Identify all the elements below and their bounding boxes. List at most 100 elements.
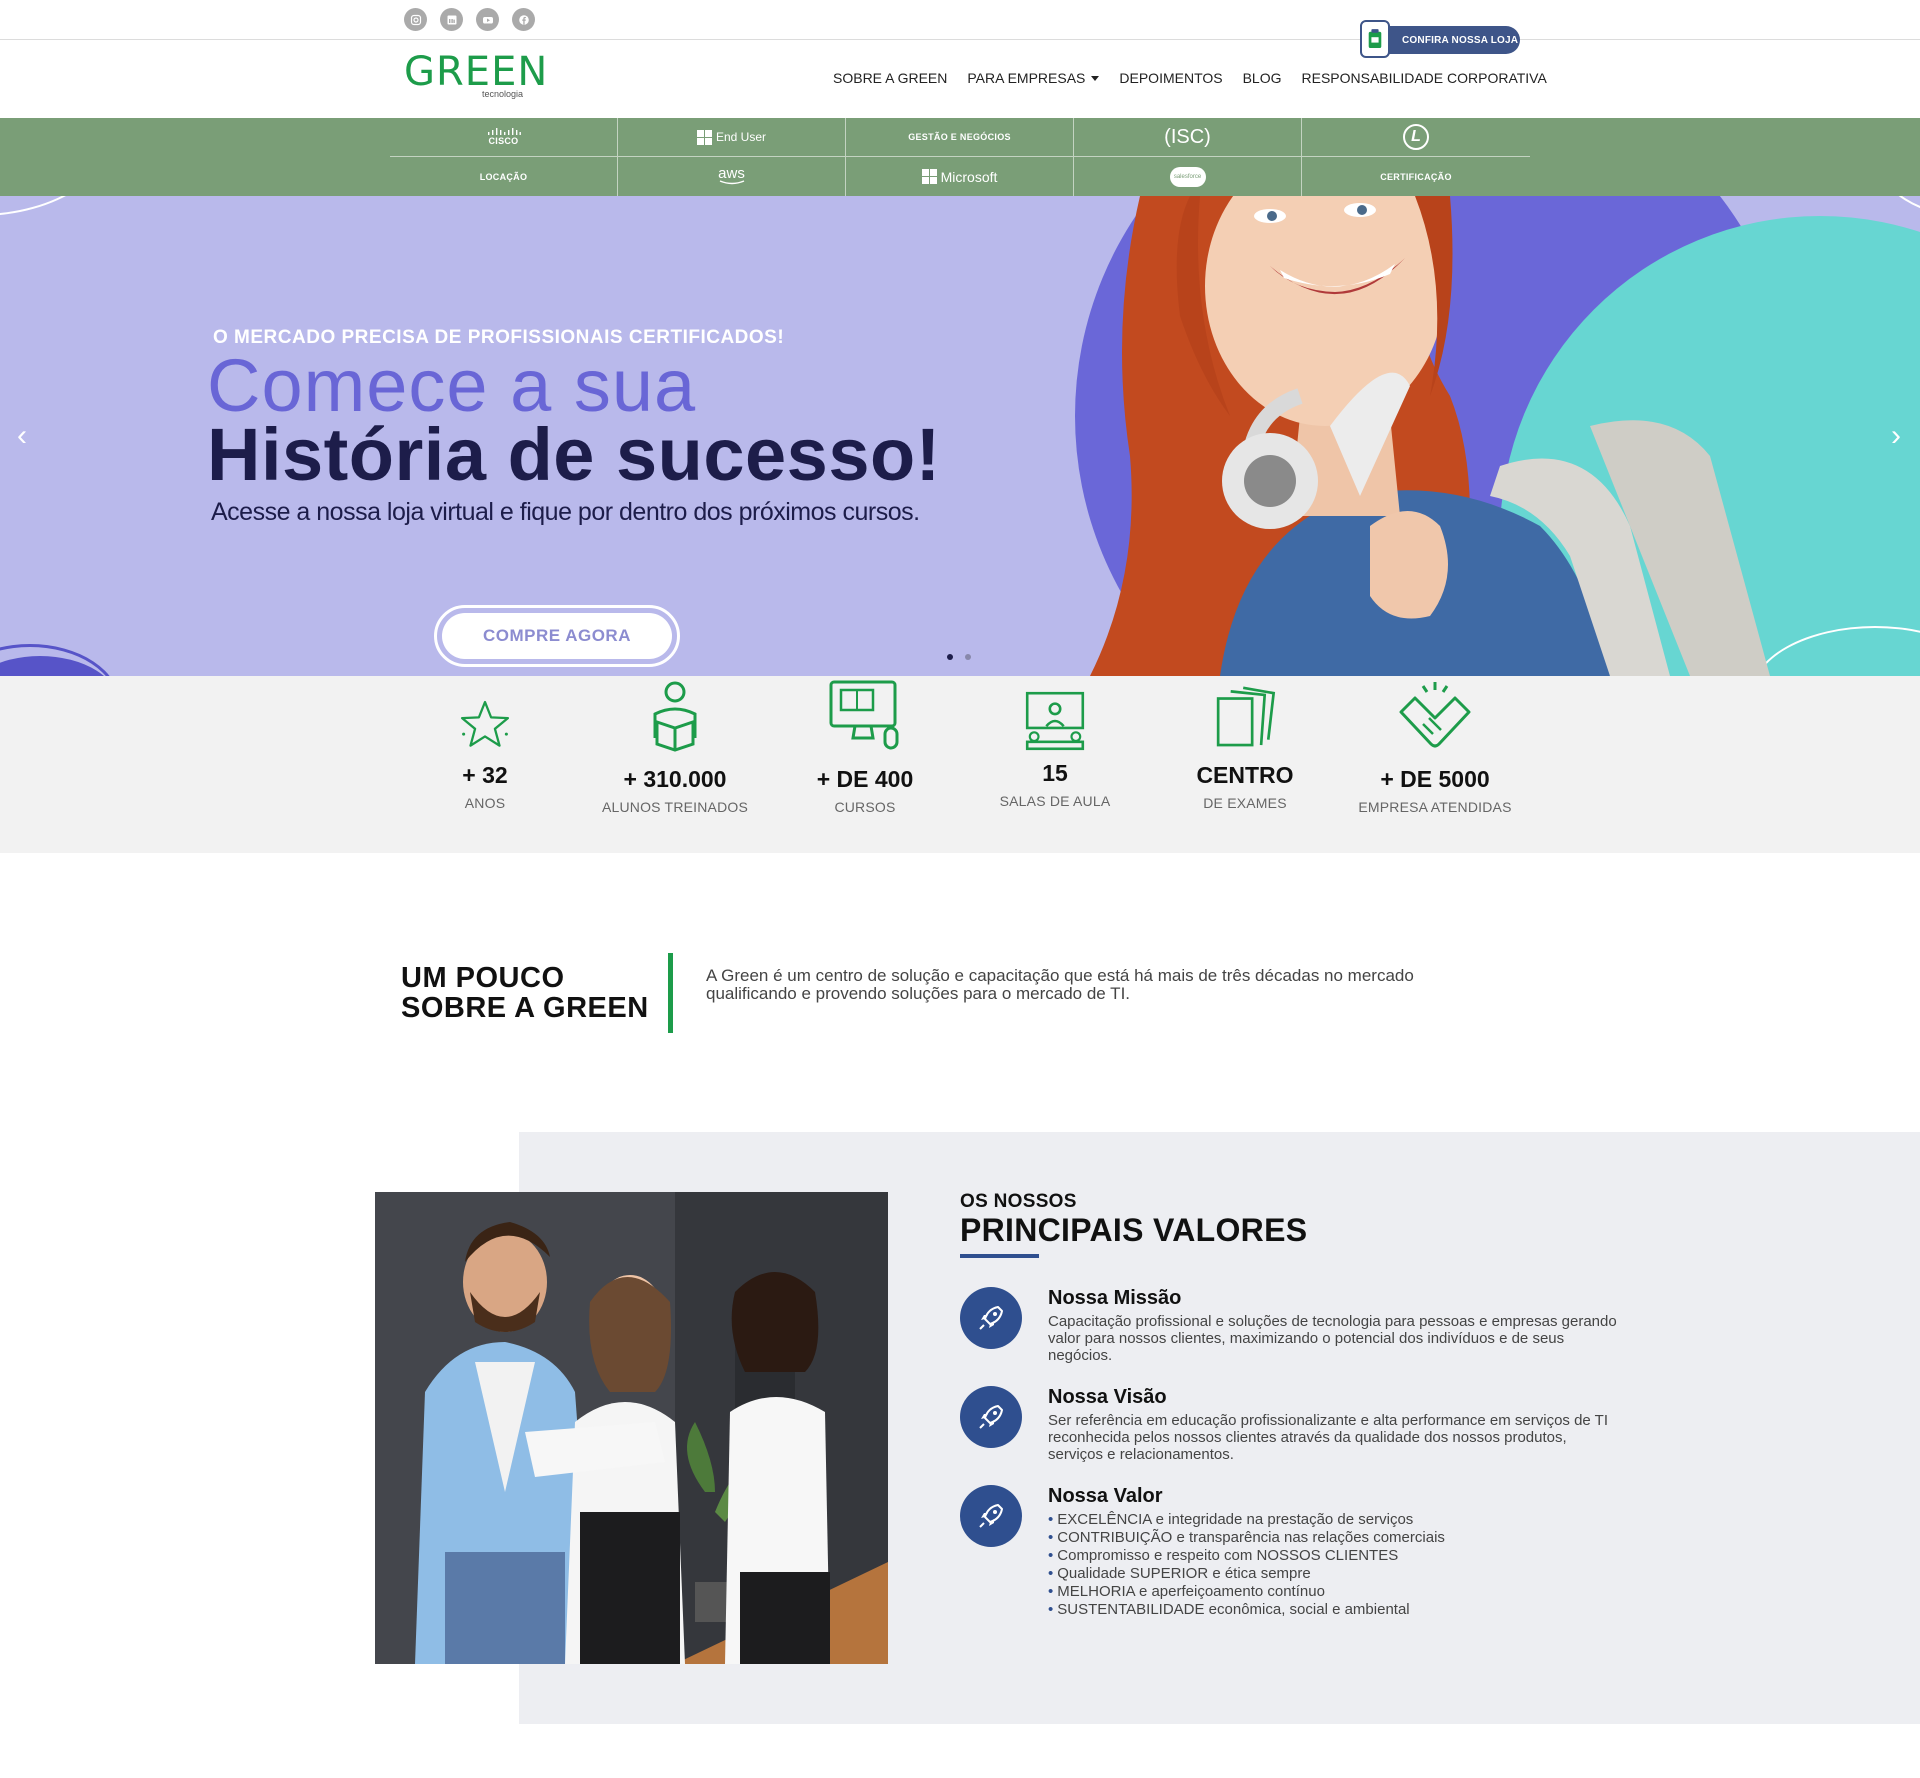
about-title-line: UM POUCO <box>401 962 565 994</box>
about-title: UM POUCO SOBRE A GREEN <box>401 963 649 1023</box>
value-text: Ser referência em educação profissionali… <box>1048 1412 1609 1463</box>
stat-item: CENTRO DE EXAMES <box>1150 676 1340 811</box>
chevron-down-icon <box>1091 75 1100 81</box>
partner-label: L <box>1403 124 1429 150</box>
top-bar: CONFIRA NOSSA LOJA <box>0 0 1920 58</box>
partner-label: GESTÃO E NEGÓCIOS <box>908 132 1011 142</box>
stat-value: + DE 5000 <box>1380 766 1490 792</box>
store-label: CONFIRA NOSSA LOJA <box>1372 26 1520 54</box>
partner-label: CISCO <box>488 136 519 146</box>
list-item: CONTRIBUIÇÃO e transparência nas relaçõe… <box>1048 1529 1618 1547</box>
value-text: Capacitação profissional e soluções de t… <box>1048 1313 1617 1364</box>
carousel-next-icon[interactable]: › <box>1886 421 1906 451</box>
stat-item: + DE 400 CURSOS <box>770 676 960 815</box>
nav-label: BLOG <box>1242 70 1282 86</box>
stat-item: + 32 ANOS <box>390 676 580 811</box>
partner-end-user[interactable]: End User <box>618 118 846 157</box>
partner-salesforce[interactable]: salesforce <box>1074 157 1302 196</box>
list-item: EXCELÊNCIA e integridade na prestação de… <box>1048 1511 1618 1529</box>
store-button[interactable]: CONFIRA NOSSA LOJA <box>1360 20 1520 58</box>
logo[interactable]: GREEN tecnologia <box>404 49 549 99</box>
logo-subtitle: tecnologia <box>482 89 524 99</box>
youtube-icon[interactable] <box>476 8 499 31</box>
social-links <box>404 8 535 31</box>
partner-locacao[interactable]: LOCAÇÃO <box>390 157 618 196</box>
classroom-icon <box>960 676 1150 754</box>
values-title-underline <box>960 1254 1039 1258</box>
stat-label: ALUNOS TREINADOS <box>601 799 749 815</box>
partner-isc2[interactable]: (ISC) <box>1074 118 1302 157</box>
stats-section: + 32 ANOS + 310.000 ALUNOS TREINADOS + D… <box>0 676 1920 853</box>
stat-item: + DE 5000 EMPRESA ATENDIDAS <box>1340 676 1530 815</box>
stat-label: CURSOS <box>834 799 896 815</box>
handshake-icon <box>1340 676 1530 754</box>
partner-aws[interactable]: aws <box>618 157 846 196</box>
nav-label: DEPOIMENTOS <box>1119 70 1223 86</box>
partner-microsoft[interactable]: Microsoft <box>846 157 1074 196</box>
hero-subtitle: Acesse a nossa loja virtual e fique por … <box>211 498 920 526</box>
hero-woman-image <box>1090 196 1770 676</box>
list-item: Compromisso e respeito com NOSSOS CLIENT… <box>1048 1547 1618 1565</box>
computer-course-icon <box>770 676 960 754</box>
decor-ring <box>1860 196 1920 216</box>
hero-headline-bold: História de sucesso! <box>207 413 941 496</box>
values-kicker: OS NOSSOS <box>960 1191 1077 1212</box>
carousel-prev-icon[interactable]: ‹ <box>12 421 32 451</box>
store-icon <box>1360 20 1390 58</box>
stat-item: + 310.000 ALUNOS TREINADOS <box>580 676 770 815</box>
nav-item-blog[interactable]: BLOG <box>1243 70 1282 86</box>
values-title: PRINCIPAIS VALORES <box>960 1212 1308 1248</box>
value-heading: Nossa Visão <box>1048 1386 1167 1408</box>
stat-item: 15 SALAS DE AULA <box>960 676 1150 809</box>
nav-item-empresas[interactable]: PARA EMPRESAS <box>967 70 1100 86</box>
buy-now-label: COMPRE AGORA <box>442 613 672 659</box>
rocket-icon <box>960 1287 1022 1349</box>
nav-item-sobre[interactable]: SOBRE A GREEN <box>833 70 947 86</box>
star-icon <box>390 676 580 754</box>
about-divider <box>668 953 673 1033</box>
windows-icon <box>696 129 712 145</box>
main-nav: SOBRE A GREEN PARA EMPRESAS DEPOIMENTOS … <box>833 70 1547 86</box>
partner-label: Microsoft <box>940 168 998 185</box>
partner-l-logo[interactable]: L <box>1302 118 1530 157</box>
instagram-icon[interactable] <box>404 8 427 31</box>
stat-label: DE EXAMES <box>1203 795 1287 811</box>
nav-item-responsabilidade[interactable]: RESPONSABILIDADE CORPORATIVA <box>1302 70 1547 86</box>
list-item: MELHORIA e aperfeiçoamento contínuo <box>1048 1583 1618 1601</box>
about-text: A Green é um centro de solução e capacit… <box>706 966 1414 1003</box>
logo-text: GREEN <box>404 49 549 95</box>
windows-icon <box>921 169 937 184</box>
stat-value: CENTRO <box>1196 762 1294 788</box>
carousel-dot[interactable] <box>965 654 971 660</box>
nav-item-depoimentos[interactable]: DEPOIMENTOS <box>1119 70 1222 86</box>
decor-ring <box>0 196 120 216</box>
linkedin-icon[interactable] <box>440 8 463 31</box>
aws-smile-icon <box>719 180 744 185</box>
about-title-line: SOBRE A GREEN <box>401 992 649 1024</box>
stat-value: + DE 400 <box>816 766 914 792</box>
salesforce-cloud-icon: salesforce <box>1169 166 1206 187</box>
partner-gestao[interactable]: GESTÃO E NEGÓCIOS <box>846 118 1074 157</box>
buy-now-button[interactable]: COMPRE AGORA <box>434 605 680 667</box>
documents-icon <box>1150 676 1340 754</box>
cisco-icon <box>487 128 521 135</box>
partner-label: salesforce <box>1173 173 1202 180</box>
partner-label: CERTIFICAÇÃO <box>1380 171 1452 182</box>
stat-value: 15 <box>1042 760 1068 786</box>
value-heading: Nossa Valor <box>1048 1485 1163 1507</box>
stat-label: EMPRESA ATENDIDAS <box>1358 799 1512 815</box>
value-heading: Nossa Missão <box>1048 1287 1182 1309</box>
partner-label: (ISC) <box>1164 125 1211 148</box>
list-item: SUSTENTABILIDADE econômica, social e amb… <box>1048 1601 1618 1619</box>
rocket-icon <box>960 1485 1022 1547</box>
carousel-dots <box>947 654 971 660</box>
facebook-icon[interactable] <box>512 8 535 31</box>
nav-label: PARA EMPRESAS <box>967 70 1086 86</box>
value-list: EXCELÊNCIA e integridade na prestação de… <box>1048 1511 1618 1619</box>
partner-certificacao[interactable]: CERTIFICAÇÃO <box>1302 157 1530 196</box>
partner-label: End User <box>715 130 767 144</box>
stat-value: + 310.000 <box>623 766 727 792</box>
team-photo <box>375 1192 888 1664</box>
carousel-dot[interactable] <box>947 654 953 660</box>
partner-cisco[interactable]: CISCO <box>390 118 618 157</box>
